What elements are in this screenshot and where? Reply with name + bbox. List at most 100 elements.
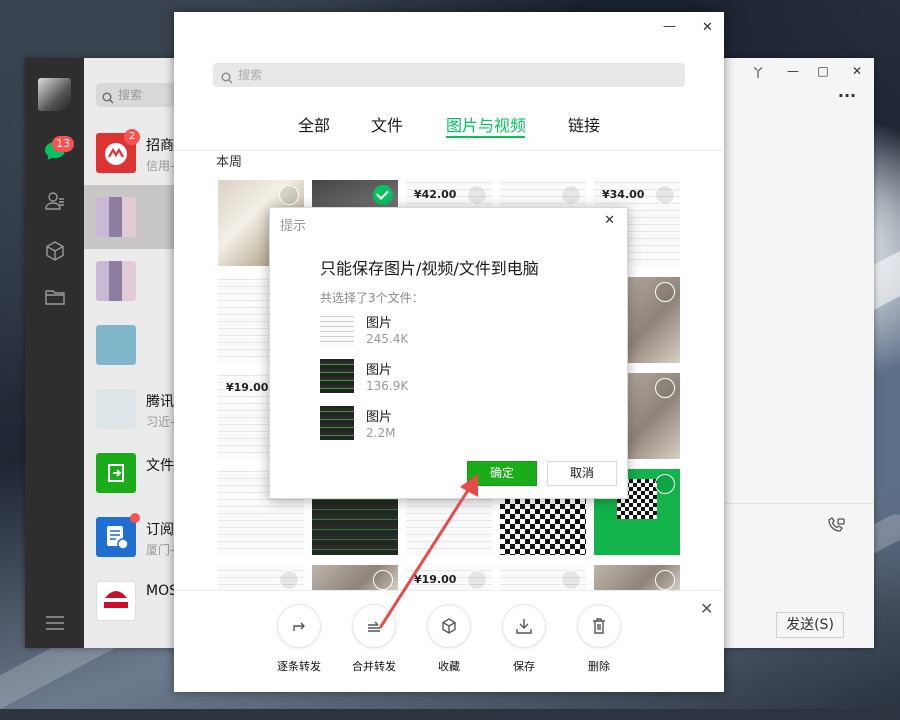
chat-preview: 习近–: [146, 413, 176, 430]
action-label: 收藏: [419, 658, 479, 674]
media-thumbnail[interactable]: [312, 565, 398, 591]
file-thumbnail: [320, 406, 354, 440]
action-label: 逐条转发: [269, 658, 329, 674]
selected-check-icon[interactable]: [373, 185, 393, 205]
anime-avatar: [96, 325, 136, 365]
action-favorite-cube[interactable]: 收藏: [419, 604, 479, 674]
group-avatar: [96, 197, 136, 237]
my-avatar[interactable]: [38, 78, 71, 111]
close-button[interactable]: ✕: [846, 64, 868, 78]
mos-burger-icon: [96, 581, 136, 621]
file-name: 图片: [366, 406, 392, 425]
select-circle[interactable]: [467, 185, 487, 205]
chat-search-placeholder: 搜索: [118, 88, 142, 102]
tabs-divider: [174, 150, 724, 151]
select-circle[interactable]: [279, 570, 299, 590]
folder-icon[interactable]: [42, 284, 68, 310]
chat-name: 招商: [146, 135, 174, 155]
search-icon: [102, 88, 114, 112]
search-icon: [221, 68, 233, 92]
thumbnail-price: ¥42.00: [414, 188, 456, 201]
select-circle[interactable]: [655, 185, 675, 205]
media-thumbnail[interactable]: [500, 565, 586, 591]
thumbnail-price: ¥19.00: [414, 573, 456, 586]
select-circle[interactable]: [655, 570, 675, 590]
contacts-icon[interactable]: [42, 188, 68, 214]
chat-name: 订阅: [146, 519, 174, 539]
nav-sidebar: 13: [25, 58, 84, 648]
favorite-cube-icon[interactable]: [427, 604, 471, 648]
select-circle[interactable]: [279, 185, 299, 205]
media-thumbnail[interactable]: ¥19.00: [406, 565, 492, 591]
action-merge-forward[interactable]: 合并转发: [344, 604, 404, 674]
select-circle[interactable]: [655, 474, 675, 494]
file-thumbnail: [320, 359, 354, 393]
dialog-title: 提示: [280, 215, 306, 234]
favorites-cube-icon[interactable]: [42, 238, 68, 264]
merge-forward-icon[interactable]: [352, 604, 396, 648]
select-circle[interactable]: [655, 378, 675, 398]
chat-unread-badge: 13: [52, 136, 74, 152]
action-label: 保存: [494, 658, 554, 674]
video-call-icon[interactable]: [826, 517, 846, 539]
section-this-week: 本周: [216, 151, 242, 170]
tab-links[interactable]: 链接: [568, 112, 600, 136]
forward-icon[interactable]: [277, 604, 321, 648]
tab-images-videos[interactable]: 图片与视频: [446, 112, 526, 136]
action-bar-close-icon[interactable]: ✕: [700, 599, 713, 618]
menu-icon[interactable]: [42, 610, 68, 636]
save-prompt-dialog: 提示 ✕ 只能保存图片/视频/文件到电脑 共选择了3个文件： 图片245.4K图…: [269, 207, 628, 499]
minimize-button[interactable]: —: [782, 64, 804, 78]
fw-minimize-button[interactable]: —: [663, 19, 676, 34]
chat-name: 文件: [146, 455, 174, 475]
cancel-button[interactable]: 取消: [547, 461, 617, 486]
dialog-subtitle: 共选择了3个文件：: [320, 289, 424, 306]
tencent-news-icon: [96, 389, 136, 429]
fw-close-button[interactable]: ✕: [702, 20, 713, 35]
chat-preview: 信用–: [146, 157, 176, 174]
dialog-heading: 只能保存图片/视频/文件到电脑: [320, 255, 539, 279]
file-size: 245.4K: [366, 332, 408, 346]
files-search-placeholder: 搜索: [238, 68, 262, 82]
selected-file-row: 图片136.9K: [320, 359, 570, 399]
tab-all[interactable]: 全部: [298, 112, 330, 136]
tab-files[interactable]: 文件: [371, 112, 403, 136]
confirm-button[interactable]: 确定: [467, 461, 537, 486]
media-thumbnail[interactable]: [218, 565, 304, 591]
chat-name: 腾讯: [146, 391, 174, 411]
select-circle[interactable]: [561, 185, 581, 205]
more-options-icon[interactable]: ···: [836, 86, 858, 105]
trash-icon[interactable]: [577, 604, 621, 648]
action-bar-divider: [174, 590, 724, 591]
group-avatar: [96, 261, 136, 301]
media-thumbnail[interactable]: [594, 565, 680, 591]
send-button[interactable]: 发送(S): [776, 612, 844, 638]
download-icon[interactable]: [502, 604, 546, 648]
unread-badge: 2: [124, 129, 140, 145]
selected-file-row: 图片2.2M: [320, 406, 570, 446]
subscription-icon: [96, 517, 136, 557]
file-transfer-icon: [96, 453, 136, 493]
select-circle[interactable]: [373, 570, 393, 590]
file-size: 2.2M: [366, 426, 395, 440]
action-label: 合并转发: [344, 658, 404, 674]
file-name: 图片: [366, 359, 392, 378]
chat-preview: 厦门–: [146, 541, 176, 558]
action-download[interactable]: 保存: [494, 604, 554, 674]
thumbnail-price: ¥19.00: [226, 381, 268, 394]
file-size: 136.9K: [366, 379, 408, 393]
unread-dot: [130, 513, 140, 523]
maximize-button[interactable]: □: [812, 64, 834, 78]
dialog-close-icon[interactable]: ✕: [604, 213, 615, 228]
file-thumbnail: [320, 312, 354, 346]
selected-file-row: 图片245.4K: [320, 312, 570, 352]
select-circle[interactable]: [655, 282, 675, 302]
select-circle[interactable]: [561, 570, 581, 590]
files-search-input[interactable]: 搜索: [213, 63, 685, 87]
active-tab-indicator: [446, 136, 525, 138]
pin-button[interactable]: 丫: [747, 64, 769, 81]
select-circle[interactable]: [467, 570, 487, 590]
action-trash[interactable]: 删除: [569, 604, 629, 674]
thumbnail-price: ¥34.00: [602, 188, 644, 201]
action-forward[interactable]: 逐条转发: [269, 604, 329, 674]
